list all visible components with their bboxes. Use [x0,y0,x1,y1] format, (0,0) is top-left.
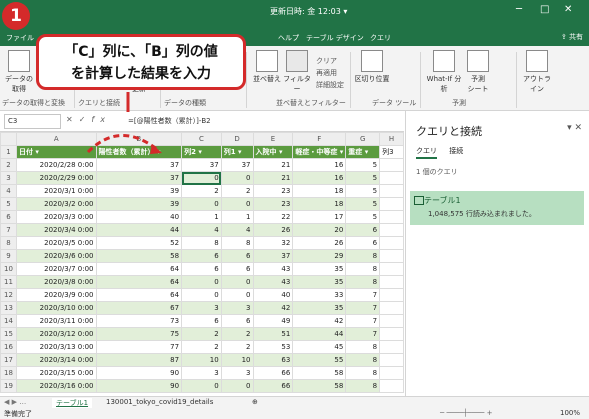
dashed-arrow [86,134,159,154]
annotation-arrows [86,92,162,154]
arrow-head-icon [150,144,162,154]
